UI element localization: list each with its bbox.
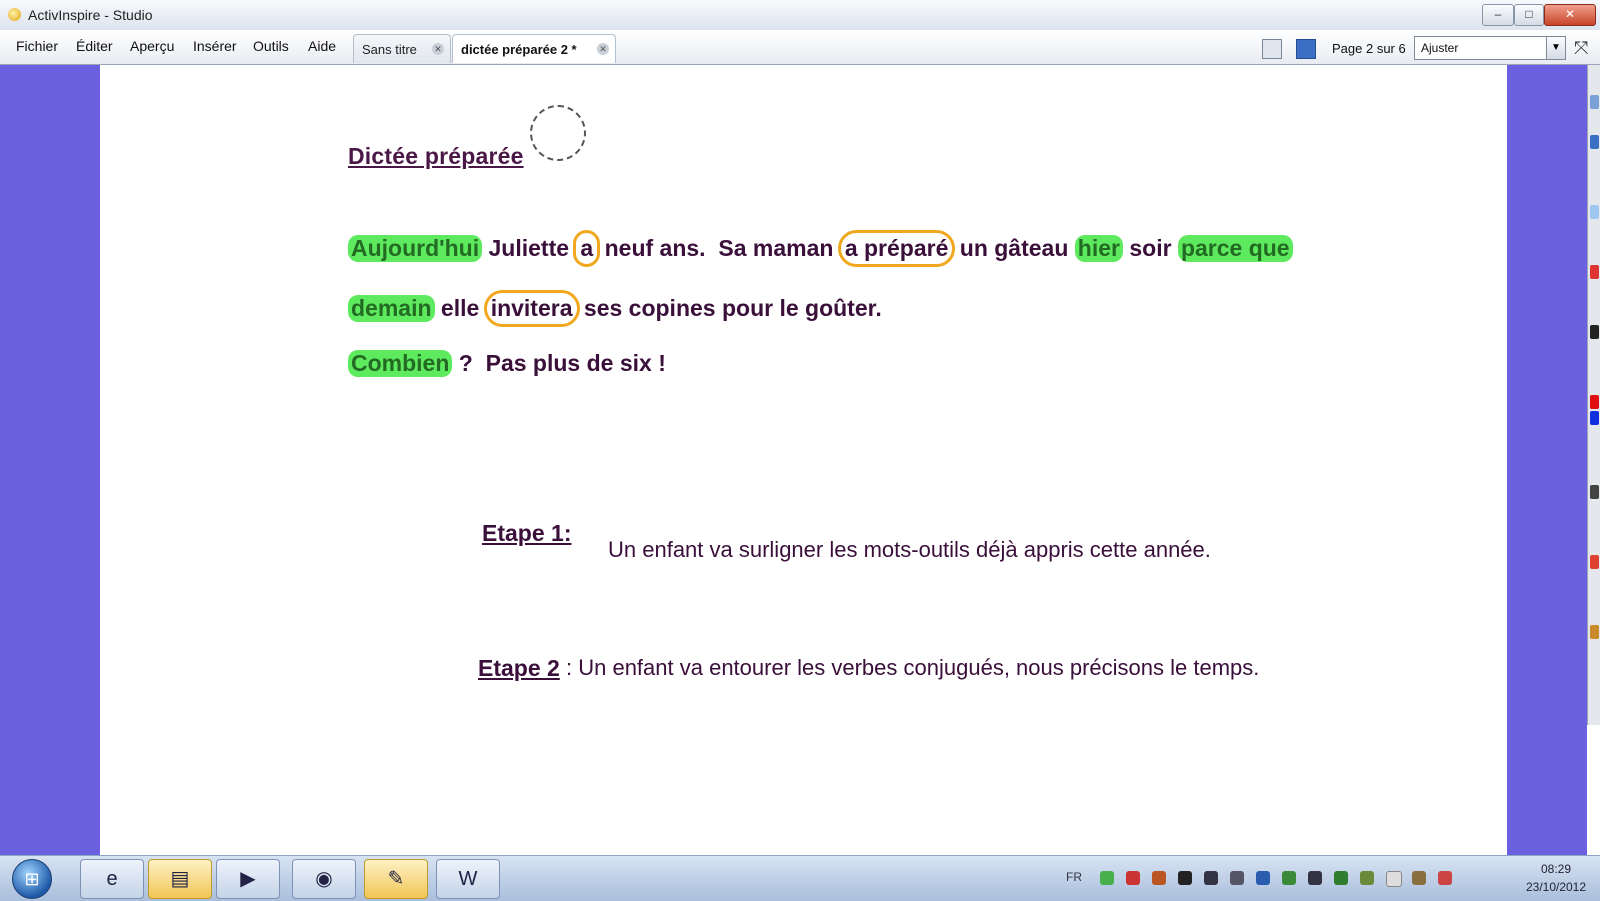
clock-date[interactable]: 23/10/2012 <box>1520 880 1592 894</box>
tool-icon[interactable] <box>1590 135 1599 149</box>
tray-app-icon[interactable] <box>1178 871 1192 885</box>
activinspire-taskbar-icon[interactable]: ✎ <box>364 859 428 899</box>
chevron-down-icon[interactable]: ▼ <box>1546 37 1565 59</box>
tray-sync-icon[interactable] <box>1360 871 1374 885</box>
step-1-label: Etape 1: <box>482 520 572 546</box>
system-tray: FR 08:29 23/10/2012 <box>1060 856 1600 901</box>
step-2-text: : Un enfant va entourer les verbes conju… <box>566 655 1260 680</box>
activinspire-app-icon <box>8 8 21 21</box>
step-2-label: Etape 2 <box>478 655 560 681</box>
plain-text: un gâteau <box>953 235 1075 261</box>
menu-apercu[interactable]: Aperçu <box>130 38 174 54</box>
menu-bar: Fichier Éditer Aperçu Insérer Outils Aid… <box>0 30 1600 65</box>
circled-verb: invitera <box>483 290 580 327</box>
text-line-1: Aujourd'hui Juliette a neuf ans. Sa mama… <box>348 230 1293 267</box>
page-indicator: Page 2 sur 6 <box>1332 41 1406 56</box>
dashed-circle-shape[interactable] <box>530 105 586 161</box>
tray-drive-icon[interactable] <box>1308 871 1322 885</box>
flipchart-page: Dictée préparée Aujourd'hui Juliette a n… <box>100 65 1507 855</box>
highlighted-word: hier <box>1074 235 1123 262</box>
tab-close-icon[interactable]: ✕ <box>597 43 609 55</box>
title-bar: ActivInspire - Studio – □ ✕ <box>0 0 1600 31</box>
dell-icon[interactable]: ◉ <box>292 859 356 899</box>
plain-text: neuf ans. Sa maman <box>598 235 840 261</box>
media-player-icon[interactable]: ▶ <box>216 859 280 899</box>
tray-security-icon[interactable] <box>1334 871 1348 885</box>
tool-icon[interactable] <box>1590 555 1599 569</box>
plain-text: soir <box>1122 235 1178 261</box>
tray-check-icon[interactable] <box>1100 871 1114 885</box>
tab-dictee-preparee[interactable]: dictée préparée 2 * ✕ <box>452 34 616 63</box>
start-button[interactable]: ⊞ <box>12 859 52 899</box>
bluetooth-icon[interactable] <box>1256 871 1270 885</box>
window-title: ActivInspire - Studio <box>28 7 153 23</box>
color-swatch-blue[interactable] <box>1590 411 1599 425</box>
wifi-signal-icon[interactable] <box>1412 871 1426 885</box>
tool-icon[interactable] <box>1590 95 1599 109</box>
maximize-button[interactable]: □ <box>1514 4 1544 26</box>
tool-icon[interactable] <box>1590 325 1599 339</box>
clock-time[interactable]: 08:29 <box>1520 862 1592 876</box>
page-sorter-icon[interactable] <box>1262 39 1282 59</box>
plain-text: Juliette <box>482 235 576 261</box>
plain-text: ? Pas plus de six ! <box>452 350 666 376</box>
plain-text: ses copines pour le goûter. <box>577 295 882 321</box>
tray-close-icon[interactable] <box>1126 871 1140 885</box>
menu-fichier[interactable]: Fichier <box>16 38 58 54</box>
tool-icon[interactable] <box>1590 625 1599 639</box>
step-1-text: Un enfant va surligner les mots-outils d… <box>608 537 1211 562</box>
tool-icon[interactable] <box>1590 485 1599 499</box>
volume-muted-icon[interactable] <box>1438 871 1452 885</box>
language-indicator[interactable]: FR <box>1066 870 1082 884</box>
menu-inserer[interactable]: Insérer <box>193 38 237 54</box>
highlighted-word: parce que <box>1177 235 1293 262</box>
circled-verb: a préparé <box>837 230 956 267</box>
plain-text: elle <box>434 295 486 321</box>
tool-icon[interactable] <box>1590 265 1599 279</box>
menu-editer[interactable]: Éditer <box>76 38 113 54</box>
internet-explorer-icon[interactable]: e <box>80 859 144 899</box>
tool-icon[interactable] <box>1590 205 1599 219</box>
tray-shield-icon[interactable] <box>1152 871 1166 885</box>
tray-network-icon[interactable] <box>1230 871 1244 885</box>
tab-label: dictée préparée 2 * <box>461 42 577 57</box>
highlighted-word: Combien <box>348 350 453 377</box>
highlighted-word: demain <box>348 295 435 322</box>
workspace: Dictée préparée Aujourd'hui Juliette a n… <box>0 65 1587 855</box>
page-title: Dictée préparée <box>348 143 524 169</box>
tray-update-icon[interactable] <box>1282 871 1296 885</box>
menu-outils[interactable]: Outils <box>253 38 289 54</box>
text-line-2: demain elle invitera ses copines pour le… <box>348 290 882 327</box>
tab-label: Sans titre <box>362 42 417 57</box>
page-view-icon[interactable] <box>1296 39 1316 59</box>
zoom-select[interactable]: Ajuster ▼ <box>1414 36 1566 60</box>
tray-monitor-icon[interactable] <box>1204 871 1218 885</box>
taskbar: ⊞ e ▤ ▶ ◉ ✎ W FR 08:29 23/10/2012 <box>0 855 1600 901</box>
main-toolbox <box>1587 65 1600 725</box>
fullscreen-icon[interactable]: ⤧ <box>1574 38 1588 59</box>
word-icon[interactable]: W <box>436 859 500 899</box>
minimize-button[interactable]: – <box>1482 4 1514 26</box>
menu-aide[interactable]: Aide <box>308 38 336 54</box>
battery-icon[interactable] <box>1386 871 1402 887</box>
tab-sans-titre[interactable]: Sans titre ✕ <box>353 34 451 63</box>
tab-close-icon[interactable]: ✕ <box>432 43 444 55</box>
highlighted-word: Aujourd'hui <box>348 235 483 262</box>
text-line-3: Combien ? Pas plus de six ! <box>348 350 666 377</box>
color-swatch-red[interactable] <box>1590 395 1599 409</box>
circled-verb: a <box>573 230 601 267</box>
close-button[interactable]: ✕ <box>1544 4 1596 26</box>
file-explorer-icon[interactable]: ▤ <box>148 859 212 899</box>
zoom-value: Ajuster <box>1421 41 1459 55</box>
